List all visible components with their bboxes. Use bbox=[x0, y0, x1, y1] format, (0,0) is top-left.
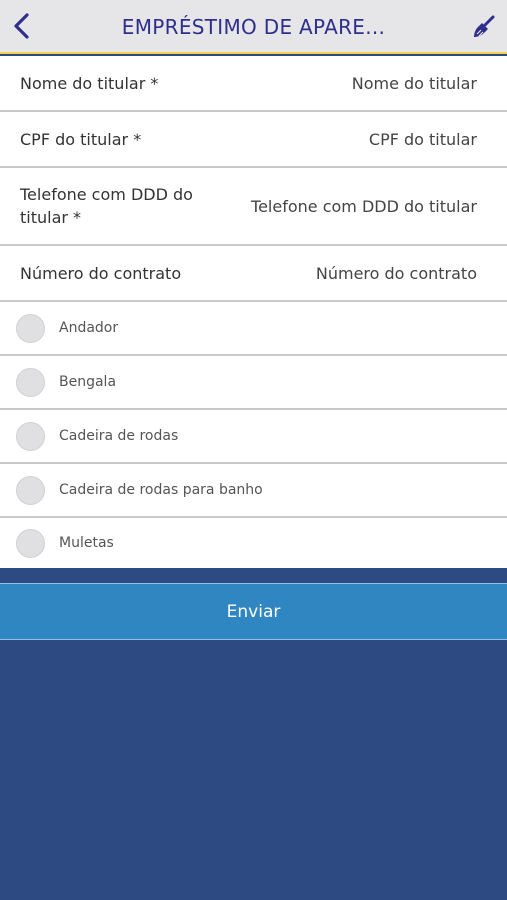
option-label: Andador bbox=[59, 320, 119, 336]
radio-button[interactable] bbox=[16, 367, 45, 397]
submit-button[interactable]: Enviar bbox=[0, 583, 507, 640]
option-cadeira-de-rodas[interactable]: Cadeira de rodas bbox=[0, 410, 507, 464]
option-cadeira-de-rodas-banho[interactable]: Cadeira de rodas para banho bbox=[0, 464, 507, 518]
cpf-titular-input[interactable]: CPF do titular bbox=[369, 130, 477, 149]
option-andador[interactable]: Andador bbox=[0, 302, 507, 356]
option-label: Cadeira de rodas para banho bbox=[59, 482, 263, 498]
field-numero-contrato[interactable]: Número do contrato Número do contrato bbox=[0, 246, 507, 302]
loan-form: Nome do titular * Nome do titular CPF do… bbox=[0, 56, 507, 568]
option-bengala[interactable]: Bengala bbox=[0, 356, 507, 410]
field-cpf-titular[interactable]: CPF do titular * CPF do titular bbox=[0, 112, 507, 168]
radio-button[interactable] bbox=[16, 528, 45, 558]
field-label: Nome do titular * bbox=[20, 73, 159, 93]
chevron-left-icon bbox=[14, 13, 29, 39]
radio-button[interactable] bbox=[16, 475, 45, 505]
radio-button[interactable] bbox=[16, 421, 45, 451]
radio-button[interactable] bbox=[16, 313, 45, 343]
app-header: EMPRÉSTIMO DE APARE... bbox=[0, 0, 507, 54]
telefone-titular-input[interactable]: Telefone com DDD do titular bbox=[251, 197, 477, 216]
option-label: Muletas bbox=[59, 535, 114, 551]
separator-band bbox=[0, 569, 507, 583]
option-muletas[interactable]: Muletas bbox=[0, 518, 507, 568]
field-label: CPF do titular * bbox=[20, 129, 142, 149]
field-label: Número do contrato bbox=[20, 263, 182, 283]
broom-icon bbox=[474, 15, 495, 37]
numero-contrato-input[interactable]: Número do contrato bbox=[316, 264, 477, 283]
field-label: Telefone com DDD do titular * bbox=[20, 185, 193, 227]
back-button[interactable] bbox=[6, 10, 36, 42]
page-title: EMPRÉSTIMO DE APARE... bbox=[121, 15, 386, 39]
field-telefone-titular[interactable]: Telefone com DDD do titular * Telefone c… bbox=[0, 168, 507, 246]
option-label: Cadeira de rodas bbox=[59, 428, 179, 444]
field-nome-titular[interactable]: Nome do titular * Nome do titular bbox=[0, 56, 507, 112]
nome-titular-input[interactable]: Nome do titular bbox=[352, 74, 477, 93]
option-label: Bengala bbox=[59, 374, 117, 390]
clear-form-button[interactable] bbox=[469, 12, 499, 42]
